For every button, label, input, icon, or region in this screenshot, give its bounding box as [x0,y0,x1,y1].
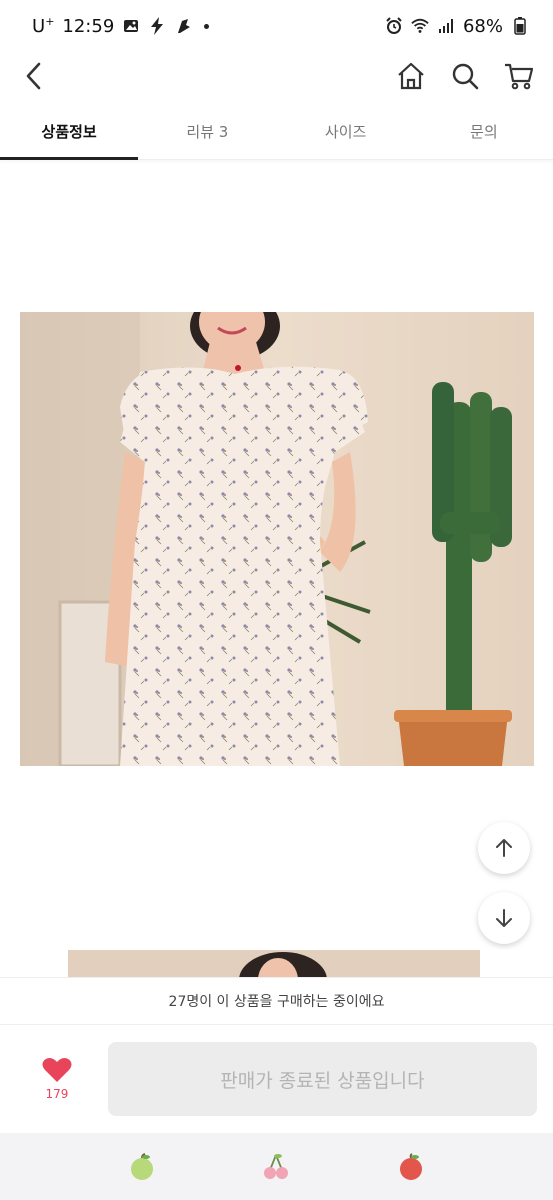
product-tabs: 상품정보 리뷰 3 사이즈 문의 [0,104,553,160]
back-icon [26,62,41,90]
cherry-icon[interactable] [260,1151,292,1183]
signal-icon [437,17,455,35]
carrier-label: U+ [32,15,55,37]
tab-inquiry[interactable]: 문의 [415,104,553,159]
tab-size[interactable]: 사이즈 [277,104,415,159]
search-icon [452,63,479,90]
product-photo-2 [68,950,480,980]
search-button[interactable] [449,60,481,92]
alarm-icon [385,17,403,35]
home-button[interactable] [395,60,427,92]
gallery-icon [122,17,140,35]
like-count: 179 [45,1087,69,1101]
arrow-down-icon [496,909,512,927]
status-bar: U+ 12:59 68% [0,0,553,52]
app-notification-icon [174,17,192,35]
wifi-icon [411,17,429,35]
top-navigation [0,52,553,100]
scroll-up-button[interactable] [478,822,530,874]
battery-percent: 68% [462,15,503,37]
tab-reviews[interactable]: 리뷰 3 [138,104,276,159]
more-notifications-dot [204,23,210,29]
back-button[interactable] [18,60,50,92]
buyers-notice: 27명이 이 상품을 구매하는 중이에요 [0,977,553,1025]
bolt-icon [148,17,166,35]
battery-icon [511,17,529,35]
tab-product-info[interactable]: 상품정보 [0,104,139,160]
purchase-bar: 179 판매가 종료된 상품입니다 [0,1025,553,1133]
like-button[interactable]: 179 [30,1057,84,1101]
scroll-down-button[interactable] [478,892,530,944]
arrow-up-icon [496,839,512,857]
cart-icon [505,63,534,90]
apple-icon[interactable] [126,1151,158,1183]
product-photo [20,312,534,766]
sold-out-button[interactable]: 판매가 종료된 상품입니다 [107,1042,537,1116]
cart-button[interactable] [503,60,535,92]
bottom-icon-bar [0,1133,553,1200]
peach-icon[interactable] [395,1151,427,1183]
clock: 12:59 [62,15,115,37]
home-icon [398,62,424,90]
heart-icon [42,1057,72,1082]
